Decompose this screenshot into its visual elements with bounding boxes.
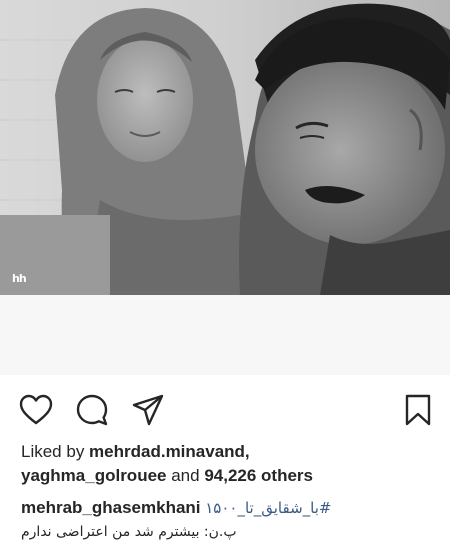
bookmark-icon	[405, 394, 431, 426]
caption: mehrab_ghasemkhani #با_شقایق_تا_۱۵۰۰	[21, 496, 441, 520]
likes-count[interactable]: 94,226 others	[204, 466, 313, 485]
instagram-post: hh Liked by mehrdad.minavand, yaghma_gol…	[0, 0, 450, 560]
likes-text: Liked by mehrdad.minavand, yaghma_golrou…	[21, 440, 441, 488]
post-photo[interactable]: hh	[0, 0, 450, 295]
likes-prefix: Liked by	[21, 442, 90, 461]
liked-by-user-2[interactable]: yaghma_golrouee	[21, 466, 167, 485]
share-icon	[132, 394, 164, 426]
action-bar	[0, 388, 450, 432]
heart-icon	[19, 394, 53, 425]
photo-image	[0, 0, 450, 295]
likes-middle: and	[166, 466, 205, 485]
post-blank-area	[0, 295, 450, 375]
caption-author[interactable]: mehrab_ghasemkhani	[21, 498, 201, 517]
save-button[interactable]	[400, 392, 436, 428]
share-button[interactable]	[130, 392, 166, 428]
comment-button[interactable]	[74, 392, 110, 428]
caption-hashtag[interactable]: #با_شقایق_تا_۱۵۰۰	[205, 499, 331, 517]
watermark-logo: hh	[12, 272, 27, 285]
comment-icon	[76, 394, 108, 426]
like-button[interactable]	[18, 392, 54, 428]
caption-text: پ.ن: بیشترم شد من اعتراضی ندارم	[21, 524, 237, 540]
liked-by-user-1[interactable]: mehrdad.minavand	[89, 442, 245, 461]
likes-separator: ,	[244, 442, 250, 461]
